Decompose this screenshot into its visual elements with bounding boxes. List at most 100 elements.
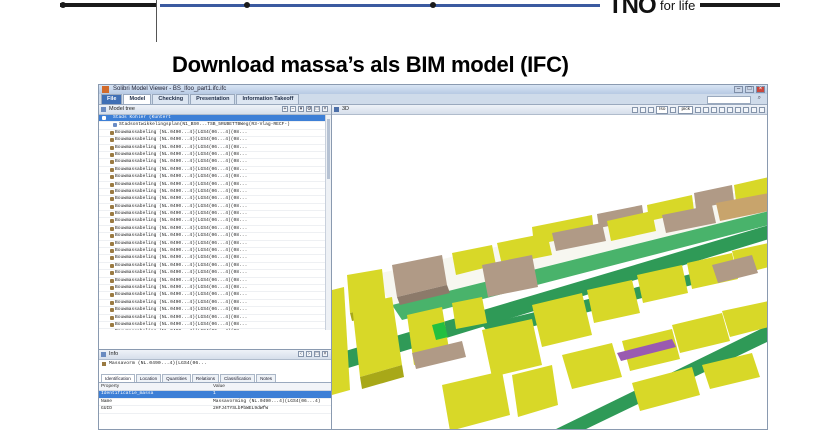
tree-item-label: Bouwmassabeling (NL.0490...4)(LGS4(06...… — [115, 181, 248, 187]
tree-item[interactable]: Bouwmassabeling (NL.0490...4)(LGS4(06...… — [99, 255, 331, 263]
tree-item[interactable]: Bouwmassabeling (NL.0490...4)(LGS4(06...… — [99, 137, 331, 145]
undo-icon[interactable] — [632, 107, 639, 113]
building-mass-icon — [110, 256, 114, 261]
building-mass-icon — [110, 263, 114, 268]
tree-item[interactable]: Bouwmassabeling (NL.0490...4)(LGS4(06...… — [99, 278, 331, 285]
expand-icon[interactable]: + — [282, 106, 288, 112]
header-dot-1 — [244, 2, 250, 8]
tree-item-label: Bouwmassabeling (NL.0490...4)(LGS4(06...… — [115, 129, 248, 135]
info-maximize-icon[interactable]: □ — [314, 351, 320, 357]
building-mass-icon — [110, 300, 114, 305]
visibility-icon[interactable] — [743, 107, 749, 113]
tree-item[interactable]: Bouwmassabeling (NL.0490...4)(LGS4(06...… — [99, 145, 331, 152]
info-forward-icon[interactable]: › — [306, 351, 312, 357]
header-vertical-rule — [156, 0, 157, 42]
selected-component-label: Massavorm (NL.0490...4)(LGS4(06... — [109, 361, 207, 366]
property-value: Massavorming (NL.0490...4)(LGS4(06...4) — [213, 398, 321, 404]
tree-sub-label: Stadsontwikkelingsplan(N1_BS0...TSB_5RUB… — [119, 122, 290, 128]
building-mass-icon — [110, 204, 114, 209]
info-tab-classification[interactable]: Classification — [220, 374, 256, 382]
tree-item-label: Bouwmassabeling (NL.0490...4)(LGS4(06...… — [115, 166, 248, 172]
info-tab-notes[interactable]: Notes — [256, 374, 277, 382]
tree-item[interactable]: Bouwmassabeling (NL.0490...4)(LGS4(06...… — [99, 292, 331, 300]
tree-item[interactable]: Bouwmassabeling (NL.0490...4)(LGS4(06...… — [99, 307, 331, 315]
info-tab-relations[interactable]: Relations — [191, 374, 220, 382]
building — [442, 371, 510, 429]
info-header: Info ‹ › □ × — [99, 350, 331, 360]
tab-checking[interactable]: Checking — [152, 94, 190, 104]
tree-item[interactable]: Bouwmassabeling (NL.0490...4)(LGS4(06...… — [99, 159, 331, 167]
zoom-in-icon[interactable] — [711, 107, 717, 113]
viewport-maximize-icon[interactable] — [751, 107, 757, 113]
info-close-icon[interactable]: × — [322, 351, 328, 357]
property-row[interactable]: GUID 2HFJ4TYSLbPbWEL9dWfW — [99, 406, 331, 414]
rotate-icon[interactable] — [703, 107, 709, 113]
search-icon[interactable]: ⌕ — [758, 95, 761, 102]
building-mass-icon — [110, 278, 114, 283]
filter-icon[interactable]: ▾ — [298, 106, 304, 112]
tree-item[interactable]: Bouwmassabeling (NL.0490...4)(LGS4(06...… — [99, 315, 331, 322]
info-tab-quantities[interactable]: Quantities — [162, 374, 191, 382]
settings-icon[interactable]: ⚙ — [306, 106, 312, 112]
tree-item-label: Bouwmassabeling (NL.0490...4)(LGS4(06...… — [115, 270, 248, 276]
section-icon[interactable] — [735, 107, 741, 113]
building-mass-icon — [110, 167, 114, 172]
search-input[interactable] — [707, 96, 751, 104]
tree-item[interactable]: Bouwmassabeling (NL.0490...4)(LGS4(06...… — [99, 218, 331, 226]
tree-item[interactable]: Bouwmassabeling (NL.0490...4)(LGS4(06...… — [99, 174, 331, 182]
building-mass-icon — [110, 219, 114, 224]
tab-model[interactable]: Model — [123, 94, 152, 104]
tree-item-label: Bouwmassabeling (NL.0490...4)(LGS4(06...… — [115, 284, 248, 290]
tree-item[interactable]: Bouwmassabeling (NL.0490...4)(LGS4(06...… — [99, 196, 331, 204]
tree-item-label: Bouwmassabeling (NL.0490...4)(LGS4(06...… — [115, 174, 248, 180]
header-rule-middle — [160, 4, 600, 7]
mode-select[interactable]: pick — [678, 106, 693, 114]
close-button[interactable]: × — [756, 86, 765, 93]
tree-item[interactable]: Bouwmassabeling (NL.0490...4)(LGS4(06...… — [99, 182, 331, 189]
header-dot-left — [60, 2, 66, 8]
info-back-icon[interactable]: ‹ — [298, 351, 304, 357]
tree-item[interactable]: Bouwmassabeling (NL.0490...4)(LGS4(06...… — [99, 241, 331, 249]
info-icon — [101, 352, 106, 357]
city-3d-model[interactable] — [332, 115, 768, 430]
tree-item[interactable]: Bouwmassabeling (NL.0490...4)(LGS4(06...… — [99, 270, 331, 278]
tab-file[interactable]: File — [101, 94, 123, 104]
maximize-button[interactable]: □ — [745, 86, 754, 93]
view-select[interactable]: Iso — [656, 106, 669, 114]
tree-item-label: Bouwmassabeling (NL.0490...4)(LGS4(06...… — [115, 321, 248, 327]
info-tab-location[interactable]: Location — [135, 374, 162, 382]
tree-sub-item[interactable]: Stadsontwikkelingsplan(N1_BS0...TSB_5RUB… — [99, 122, 331, 130]
panel-maximize-icon[interactable]: □ — [314, 106, 320, 112]
home-view-icon[interactable] — [648, 107, 655, 113]
property-value: 1 — [213, 391, 216, 396]
building-mass-icon — [110, 293, 114, 298]
tree-scrollbar-thumb[interactable] — [327, 119, 330, 179]
zoom-out-icon[interactable] — [719, 107, 725, 113]
collapse-icon[interactable]: − — [290, 106, 296, 112]
tree-item-label: Bouwmassabeling (NL.0490...4)(LGS4(06...… — [115, 262, 248, 268]
info-tab-identification[interactable]: Identification — [101, 374, 135, 382]
building — [632, 367, 700, 411]
tab-presentation[interactable]: Presentation — [190, 94, 236, 104]
3d-viewport[interactable]: 3D Iso pick — [332, 105, 768, 430]
tree-item-label: Bouwmassabeling (NL.0490...4)(LGS4(06...… — [115, 196, 248, 202]
tree-item[interactable]: Bouwmassabeling (NL.0490...4)(LGS4(06...… — [99, 233, 331, 241]
redo-icon[interactable] — [640, 107, 647, 113]
tree-scrollbar[interactable] — [325, 115, 331, 330]
project-icon — [102, 116, 106, 120]
tree-item[interactable]: Bouwmassabeling (NL.0490...4)(LGS4(06...… — [99, 329, 331, 330]
property-row[interactable]: Name Massavorming (NL.0490...4)(LGS4(06..… — [99, 398, 331, 406]
viewport-close-icon[interactable] — [759, 107, 765, 113]
camera-icon[interactable] — [670, 107, 677, 113]
panel-close-icon[interactable]: × — [322, 106, 328, 112]
header-rule-right — [700, 3, 780, 7]
pan-icon[interactable] — [695, 107, 701, 113]
tree-item[interactable]: Bouwmassabeling (NL.0490...4)(LGS4(06...… — [99, 204, 331, 212]
minimize-button[interactable]: – — [734, 86, 743, 93]
info-panel: Info ‹ › □ × Massavorm (NL.0490...4)(LGS… — [99, 349, 331, 429]
zoom-fit-icon[interactable] — [727, 107, 733, 113]
tab-information-takeoff[interactable]: Information Takeoff — [236, 94, 300, 104]
site-icon — [113, 123, 117, 128]
property-row[interactable]: Identificatie_massa 1 — [99, 391, 331, 399]
model-viewer-window: Solibri Model Viewer - BS_lfoo_part1.ifc… — [98, 84, 768, 430]
